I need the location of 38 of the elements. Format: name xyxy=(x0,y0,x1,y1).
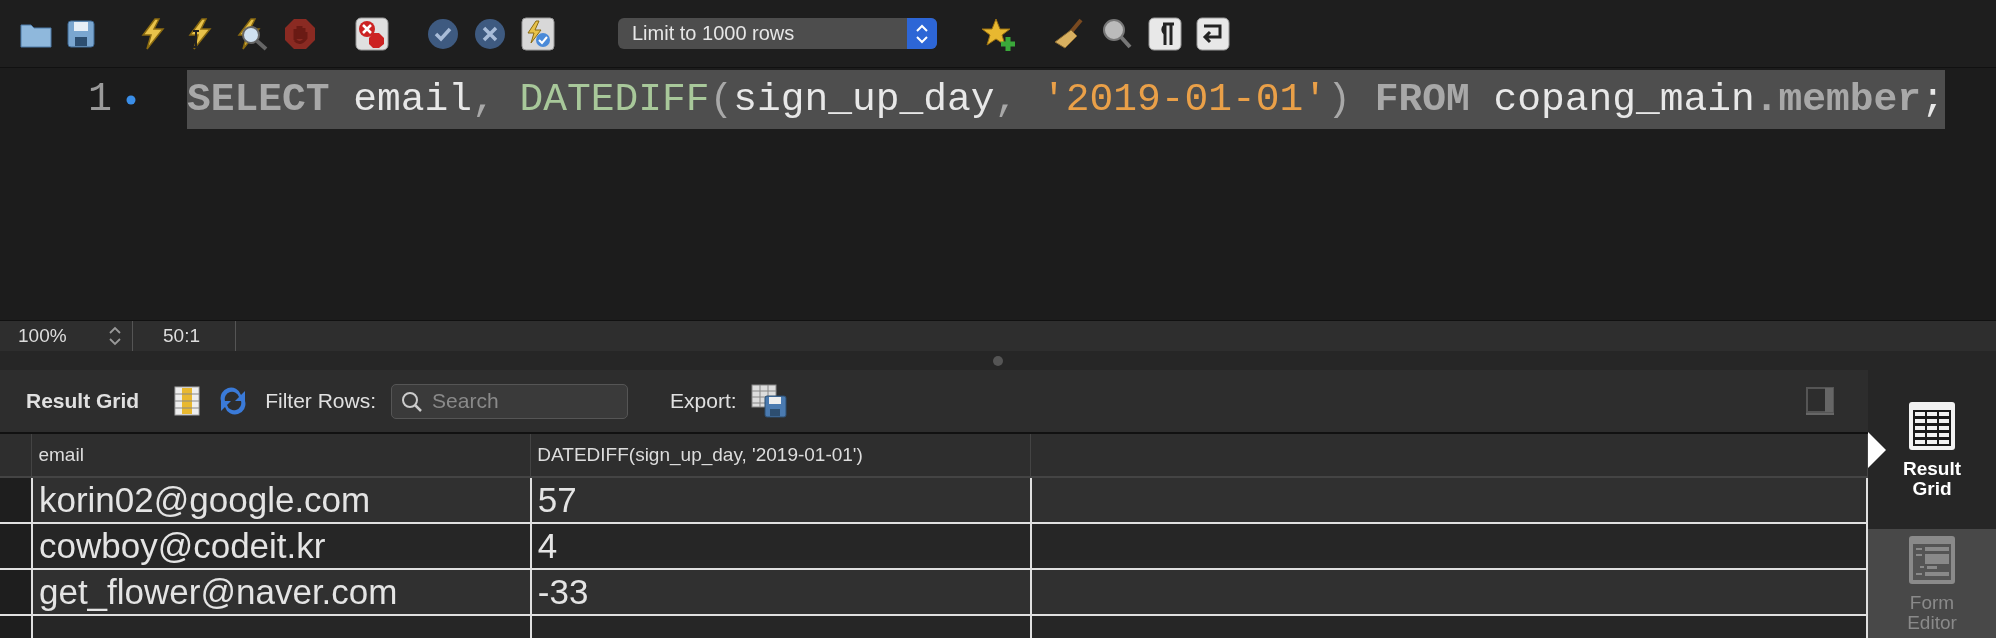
filter-label: Filter Rows: xyxy=(265,389,377,413)
search-field[interactable]: Search xyxy=(391,383,629,419)
splitter-handle-icon[interactable] xyxy=(993,355,1003,366)
table-cell: 57 xyxy=(530,477,1031,523)
form-icon xyxy=(1908,535,1956,585)
cursor-position: 50:1 xyxy=(163,325,200,347)
selection-arrow-icon xyxy=(1868,432,1886,468)
table-cell: get_flower@naver.com xyxy=(31,569,531,615)
chevron-up-down-icon xyxy=(915,22,929,45)
stop-error-icon[interactable] xyxy=(355,16,389,51)
magnifier-icon[interactable] xyxy=(1102,17,1132,50)
view-tab[interactable]: Result Grid xyxy=(1868,370,1996,529)
auto-commit-icon[interactable] xyxy=(521,16,555,51)
panel-toggle-icon[interactable] xyxy=(1806,387,1834,415)
line-number: 1 xyxy=(87,77,112,122)
column-header[interactable]: DATEDIFF(sign_up_day, '2019-01-01') xyxy=(530,434,1031,477)
column-header[interactable]: email xyxy=(31,434,531,477)
line-wrap-icon[interactable] xyxy=(1196,16,1230,51)
panel-title: Result Grid xyxy=(26,389,140,413)
export-icon[interactable] xyxy=(750,384,787,418)
check-icon[interactable] xyxy=(427,17,459,50)
save-icon[interactable] xyxy=(66,18,96,49)
table-cell: korin02@google.com xyxy=(31,477,531,523)
export-label: Export: xyxy=(670,389,737,413)
stepper-icon[interactable] xyxy=(108,324,122,348)
zoom-level: 100% xyxy=(18,325,67,347)
column-grid-icon[interactable] xyxy=(174,386,201,416)
pilcrow-icon[interactable] xyxy=(1148,16,1182,51)
search-icon xyxy=(401,390,424,413)
row-limit-value: Limit to 1000 rows xyxy=(632,22,795,45)
table-cell: cowboy@codeit.kr xyxy=(31,523,531,569)
grid-icon xyxy=(1908,400,1956,451)
cross-icon[interactable] xyxy=(474,17,506,50)
statement-marker-icon xyxy=(126,94,136,105)
table-cell: -33 xyxy=(530,569,1031,615)
star-plus-icon[interactable] xyxy=(981,16,1017,51)
row-limit-dropdown[interactable]: Limit to 1000 rows xyxy=(618,18,937,49)
table-cell: 4 xyxy=(530,523,1031,569)
